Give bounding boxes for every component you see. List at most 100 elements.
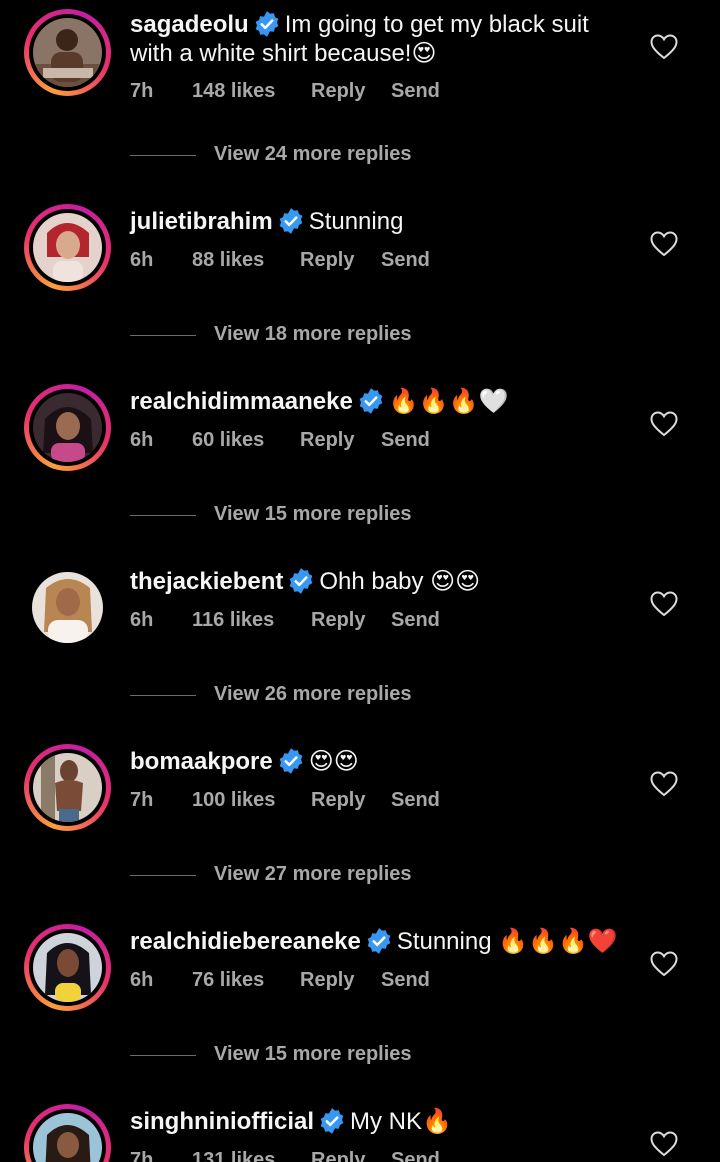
send-button[interactable]: Send — [391, 80, 440, 103]
verified-badge-icon — [357, 387, 385, 415]
avatar-photo — [33, 18, 102, 87]
comment-text: Stunning — [396, 928, 492, 955]
view-more-replies-text[interactable]: View 27 more replies — [214, 863, 412, 886]
view-more-replies-text[interactable]: View 15 more replies — [214, 503, 412, 526]
comment-likes[interactable]: 116 likes — [192, 609, 274, 632]
heart-outline-icon[interactable] — [650, 411, 678, 437]
verified-badge-icon — [277, 747, 305, 775]
heart-outline-icon[interactable] — [650, 1131, 678, 1157]
divider — [130, 1055, 196, 1056]
verified-badge-icon — [287, 567, 315, 595]
avatar-photo — [33, 753, 102, 822]
comment: thejackiebent Ohh baby 😍😍 6h 116 likes Re… — [0, 540, 720, 720]
comment: realchidiebereaneke Stunning 🔥🔥🔥❤️ 6h 76 … — [0, 900, 720, 1080]
comment-body: singhniniofficial My NK🔥 — [130, 1107, 690, 1136]
heart-outline-icon[interactable] — [650, 231, 678, 257]
comment-username[interactable]: thejackiebent — [130, 568, 283, 595]
send-button[interactable]: Send — [381, 969, 430, 992]
comment-text: Im going to get my black suit — [284, 11, 589, 38]
avatar-photo — [33, 1113, 102, 1162]
comment-time: 7h — [130, 80, 154, 102]
comment-emojis: 🔥🔥🔥🤍 — [388, 387, 509, 415]
send-button[interactable]: Send — [381, 429, 430, 452]
reply-button[interactable]: Reply — [311, 789, 365, 812]
comment-username[interactable]: bomaakpore — [130, 748, 273, 775]
comment-username[interactable]: realchidimmaaneke — [130, 388, 353, 415]
avatar[interactable] — [24, 384, 111, 471]
comment-body: bomaakpore 😍😍 — [130, 747, 690, 776]
comment-body: thejackiebent Ohh baby 😍😍 — [130, 567, 690, 596]
divider — [130, 875, 196, 876]
comment-body: realchidiebereaneke Stunning 🔥🔥🔥❤️ — [130, 927, 690, 956]
heart-outline-icon[interactable] — [650, 34, 678, 60]
comment-text: Stunning — [308, 208, 404, 235]
reply-button[interactable]: Reply — [300, 429, 354, 452]
avatar-photo — [33, 213, 102, 282]
divider — [130, 155, 196, 156]
view-more-replies-text[interactable]: View 24 more replies — [214, 143, 412, 166]
verified-badge-icon — [277, 207, 305, 235]
comment-likes[interactable]: 76 likes — [192, 969, 264, 992]
avatar[interactable] — [24, 204, 111, 291]
view-more-replies-text[interactable]: View 26 more replies — [214, 683, 412, 706]
comment-body: sagadeolu Im going to get my black suit w… — [130, 10, 690, 68]
divider — [130, 335, 196, 336]
heart-outline-icon[interactable] — [650, 951, 678, 977]
comment-username[interactable]: singhniniofficial — [130, 1108, 314, 1135]
comment-time: 7h — [130, 1149, 154, 1162]
heart-outline-icon[interactable] — [650, 591, 678, 617]
comment: sagadeolu Im going to get my black suit w… — [0, 0, 720, 180]
comment-emojis: 😍😍 — [430, 567, 481, 595]
comment-username[interactable]: sagadeolu — [130, 11, 249, 38]
comment-emojis: 😍 — [411, 39, 437, 67]
comment-body: julietibrahim Stunning — [130, 207, 690, 236]
reply-button[interactable]: Reply — [311, 1149, 365, 1162]
comment-text: My NK — [350, 1108, 422, 1135]
avatar[interactable] — [24, 9, 111, 96]
send-button[interactable]: Send — [391, 609, 440, 632]
view-more-replies-text[interactable]: View 15 more replies — [214, 1043, 412, 1066]
comment-time: 6h — [130, 609, 154, 631]
comment-username[interactable]: realchidiebereaneke — [130, 928, 361, 955]
comment-likes[interactable]: 131 likes — [192, 1149, 275, 1162]
comment-likes[interactable]: 148 likes — [192, 80, 275, 103]
avatar[interactable] — [24, 744, 111, 831]
comment-text-line2: with a white shirt because! — [130, 40, 412, 67]
comment-emojis: 🔥🔥🔥❤️ — [498, 927, 618, 955]
comment-emojis: 😍😍 — [308, 747, 359, 775]
divider — [130, 695, 196, 696]
avatar[interactable] — [24, 564, 111, 651]
comment-time: 7h — [130, 789, 154, 811]
reply-button[interactable]: Reply — [311, 80, 365, 103]
comment-emojis: 🔥 — [422, 1107, 452, 1135]
send-button[interactable]: Send — [391, 789, 440, 812]
reply-button[interactable]: Reply — [311, 609, 365, 632]
avatar-photo — [33, 393, 102, 462]
comment-time: 6h — [130, 969, 154, 991]
comment: bomaakpore 😍😍 7h 100 likes Reply Send Vie… — [0, 720, 720, 900]
comment: julietibrahim Stunning 6h 88 likes Reply … — [0, 180, 720, 360]
comment-likes[interactable]: 100 likes — [192, 789, 275, 812]
comment-text: Ohh baby — [319, 568, 424, 595]
comment-likes[interactable]: 88 likes — [192, 249, 264, 272]
comment: realchidimmaaneke 🔥🔥🔥🤍 6h 60 likes Reply … — [0, 360, 720, 540]
comment-likes[interactable]: 60 likes — [192, 429, 264, 452]
send-button[interactable]: Send — [381, 249, 430, 272]
comment: singhniniofficial My NK🔥 7h 131 likes Rep… — [0, 1080, 720, 1162]
verified-badge-icon — [253, 10, 281, 38]
verified-badge-icon — [318, 1107, 346, 1135]
reply-button[interactable]: Reply — [300, 249, 354, 272]
avatar-photo — [33, 933, 102, 1002]
comment-username[interactable]: julietibrahim — [130, 208, 273, 235]
divider — [130, 515, 196, 516]
avatar[interactable] — [24, 1104, 111, 1162]
reply-button[interactable]: Reply — [300, 969, 354, 992]
comment-body: realchidimmaaneke 🔥🔥🔥🤍 — [130, 387, 690, 416]
comment-time: 6h — [130, 249, 154, 271]
comment-time: 6h — [130, 429, 154, 451]
avatar-photo — [32, 572, 103, 643]
view-more-replies-text[interactable]: View 18 more replies — [214, 323, 412, 346]
avatar[interactable] — [24, 924, 111, 1011]
send-button[interactable]: Send — [391, 1149, 440, 1162]
heart-outline-icon[interactable] — [650, 771, 678, 797]
